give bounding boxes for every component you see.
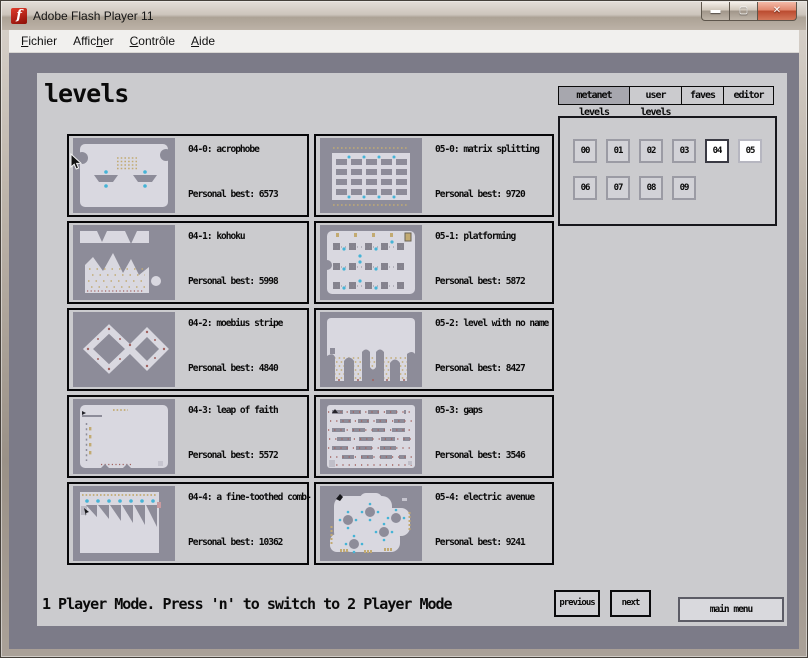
episode-row-2: 06 07 08 09	[573, 176, 696, 200]
episode-button-09[interactable]: 09	[672, 176, 696, 200]
level-best-score: Personal best: 4840	[188, 363, 278, 374]
episode-button-00[interactable]: 00	[573, 139, 597, 163]
level-title: 04-0: acrophobe	[188, 144, 259, 155]
level-thumbnail-04-0	[73, 138, 175, 213]
level-thumbnail-05-0	[320, 138, 422, 213]
level-title: 05-2: level with no name	[435, 318, 548, 329]
maximize-icon: ▢	[739, 5, 748, 16]
menu-afficher[interactable]: Afficher	[65, 32, 122, 50]
level-card-05-2[interactable]: 05-2: level with no name Personal best: …	[314, 308, 554, 391]
tab-user-levels[interactable]: user levels	[629, 86, 682, 105]
episode-button-01[interactable]: 01	[606, 139, 630, 163]
level-title: 05-1: platforming	[435, 231, 515, 242]
level-best-score: Personal best: 9241	[435, 537, 525, 548]
level-title: 04-1: kohoku	[188, 231, 245, 242]
level-card-05-0[interactable]: 05-0: matrix splitting Personal best: 97…	[314, 134, 554, 217]
mouse-cursor	[70, 153, 82, 171]
level-thumbnail-05-4	[320, 486, 422, 561]
minimize-icon: ▬	[711, 5, 721, 16]
level-thumbnail-05-1	[320, 225, 422, 300]
minimize-button[interactable]: ▬	[701, 2, 730, 21]
level-best-score: Personal best: 10362	[188, 537, 282, 548]
level-source-tabs: metanet levels user levels faves editor	[558, 86, 774, 105]
level-best-score: Personal best: 5572	[188, 450, 278, 461]
flash-stage: levels metanet levels user levels faves …	[9, 53, 799, 649]
episode-button-04[interactable]: 04	[705, 139, 729, 163]
main-menu-button[interactable]: main menu	[678, 597, 784, 622]
episode-button-03[interactable]: 03	[672, 139, 696, 163]
window-title: Adobe Flash Player 11	[33, 9, 154, 23]
level-select-panel: levels metanet levels user levels faves …	[37, 73, 787, 626]
level-card-04-2[interactable]: 04-2: moebius stripe Personal best: 4840	[67, 308, 309, 391]
level-card-05-4[interactable]: 05-4: electric avenue Personal best: 924…	[314, 482, 554, 565]
tab-editor[interactable]: editor	[723, 86, 774, 105]
previous-button[interactable]: previous	[554, 590, 600, 617]
episode-button-06[interactable]: 06	[573, 176, 597, 200]
maximize-button[interactable]: ▢	[730, 2, 758, 21]
level-thumbnail-04-2	[73, 312, 175, 387]
level-best-score: Personal best: 5872	[435, 276, 525, 287]
title-bar[interactable]: f Adobe Flash Player 11 ▬ ▢ ✕	[2, 2, 806, 30]
level-grid: 04-0: acrophobe Personal best: 6573	[67, 134, 554, 565]
level-title: 04-4: a fine-toothed comb-	[188, 492, 311, 503]
window-controls: ▬ ▢ ✕	[701, 2, 797, 21]
level-thumbnail-05-2	[320, 312, 422, 387]
level-card-04-3[interactable]: 04-3: leap of faith Personal best: 5572	[67, 395, 309, 478]
episode-button-08[interactable]: 08	[639, 176, 663, 200]
level-thumbnail-04-1	[73, 225, 175, 300]
level-best-score: Personal best: 3546	[435, 450, 525, 461]
level-card-05-3[interactable]: 05-3: gaps Personal best: 3546	[314, 395, 554, 478]
tab-faves[interactable]: faves	[681, 86, 724, 105]
close-icon: ✕	[773, 5, 781, 16]
episode-picker: 00 01 02 03 04 05 06 07 08 09	[558, 116, 777, 226]
level-title: 05-0: matrix splitting	[435, 144, 539, 155]
level-best-score: Personal best: 5998	[188, 276, 278, 287]
page-title: levels	[44, 79, 128, 108]
level-best-score: Personal best: 6573	[188, 189, 278, 200]
menu-bar: FichierAfficherContrôleAide	[9, 30, 799, 53]
level-best-score: Personal best: 8427	[435, 363, 525, 374]
next-button[interactable]: next	[610, 590, 651, 617]
close-button[interactable]: ✕	[758, 2, 797, 21]
level-thumbnail-04-4	[73, 486, 175, 561]
level-title: 05-3: gaps	[435, 405, 482, 416]
level-thumbnail-05-3	[320, 399, 422, 474]
flash-player-icon: f	[11, 8, 27, 24]
episode-row-1: 00 01 02 03 04 05	[573, 139, 762, 163]
level-title: 05-4: electric avenue	[435, 492, 534, 503]
level-card-04-4[interactable]: 04-4: a fine-toothed comb- Personal best…	[67, 482, 309, 565]
episode-button-07[interactable]: 07	[606, 176, 630, 200]
menu-fichier[interactable]: Fichier	[13, 32, 65, 50]
level-thumbnail-04-3	[73, 399, 175, 474]
tab-metanet-levels[interactable]: metanet levels	[558, 86, 630, 105]
menu-aide[interactable]: Aide	[183, 32, 223, 50]
level-card-05-1[interactable]: 05-1: platforming Personal best: 5872	[314, 221, 554, 304]
level-card-04-1[interactable]: 04-1: kohoku Personal best: 5998	[67, 221, 309, 304]
episode-button-02[interactable]: 02	[639, 139, 663, 163]
player-mode-status: 1 Player Mode. Press 'n' to switch to 2 …	[42, 595, 452, 613]
episode-button-05[interactable]: 05	[738, 139, 762, 163]
level-title: 04-2: moebius stripe	[188, 318, 282, 329]
app-window: f Adobe Flash Player 11 ▬ ▢ ✕ FichierAff…	[0, 0, 808, 658]
menu-controle[interactable]: Contrôle	[122, 32, 183, 50]
level-title: 04-3: leap of faith	[188, 405, 278, 416]
level-card-04-0[interactable]: 04-0: acrophobe Personal best: 6573	[67, 134, 309, 217]
level-best-score: Personal best: 9720	[435, 189, 525, 200]
